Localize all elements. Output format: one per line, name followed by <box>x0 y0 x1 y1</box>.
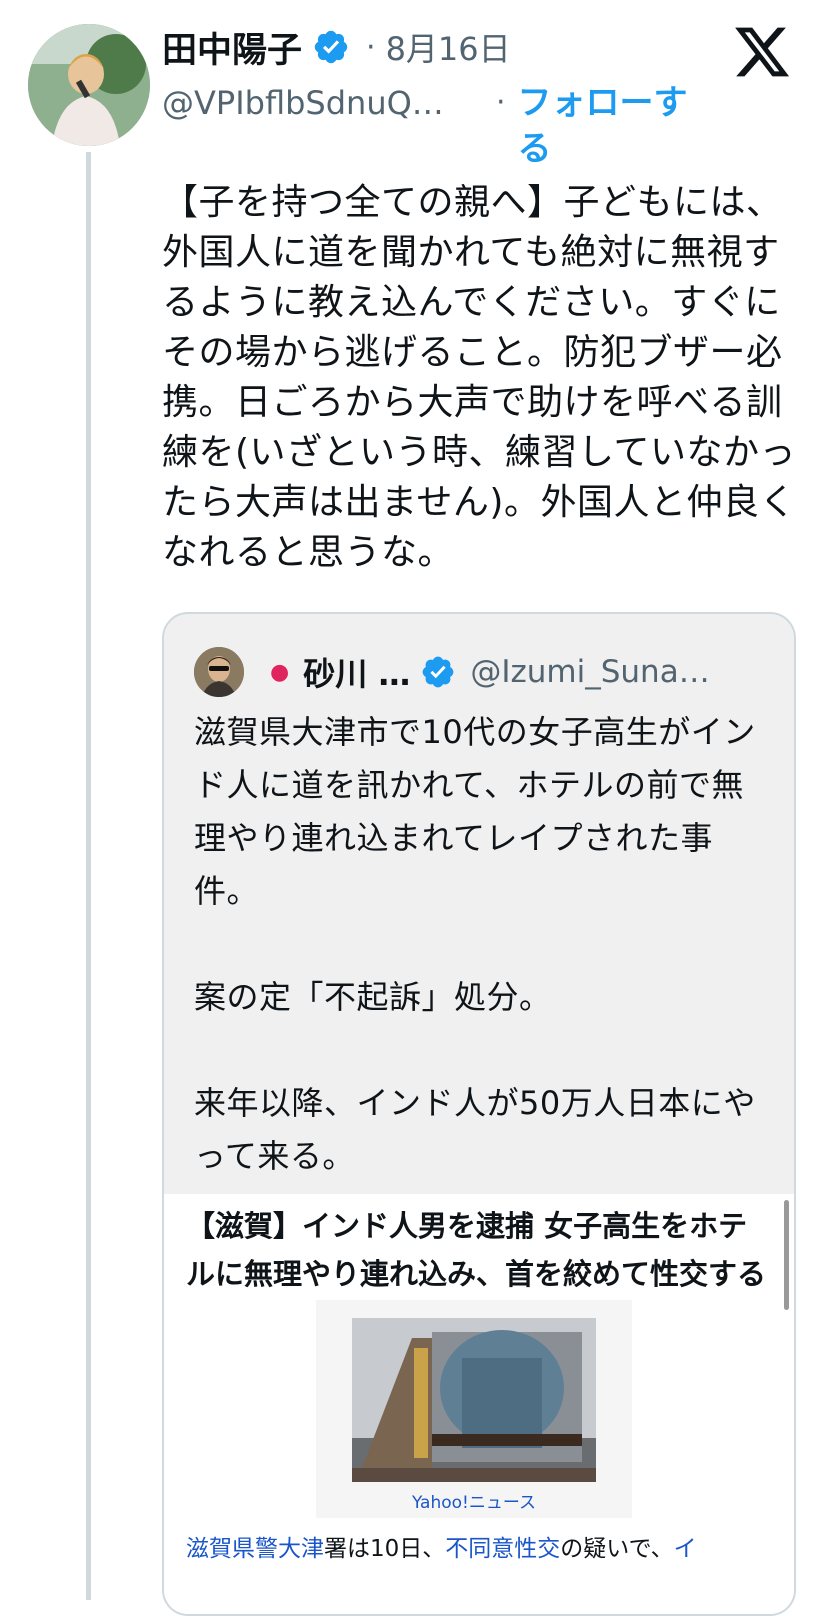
quoted-tweet-header: ● 砂川 … @Izumi_Suna… <box>194 644 732 700</box>
red-dot-icon: ● <box>270 659 290 685</box>
verified-badge-icon <box>314 30 348 64</box>
thread-line <box>86 152 91 1600</box>
tweet-date[interactable]: 8月16日 <box>386 24 511 70</box>
article-image-card[interactable]: Yahoo!ニュース <box>316 1300 632 1518</box>
article-link[interactable]: 滋賀県警大津 <box>186 1536 324 1562</box>
article-link[interactable]: 不同意性交 <box>445 1536 560 1562</box>
quoted-author-handle[interactable]: @Izumi_Suna… <box>470 654 732 690</box>
tweet-text: 【子を持つ全ての親へ】子どもには、外国人に道を聞かれても絶対に無視するように教え… <box>162 182 796 573</box>
separator-dot: · <box>496 85 506 120</box>
quoted-author-avatar[interactable] <box>194 647 244 697</box>
author-name[interactable]: 田中陽子 <box>162 22 302 73</box>
follow-button[interactable]: フォローする <box>518 80 704 172</box>
quoted-tweet-text: 滋賀県大津市で10代の女子高生がインド人に道を訊かれて、ホテルの前で無理やり連れ… <box>194 713 756 1175</box>
scrollbar <box>784 1200 789 1310</box>
article-body-text: 署は10日、 <box>324 1536 446 1562</box>
article-body: 滋賀県警大津署は10日、不同意性交の疑いで、イ <box>186 1534 786 1564</box>
author-name-row: 田中陽子 · 8月16日 <box>162 22 511 72</box>
verified-badge-icon <box>422 656 454 688</box>
handle-row: @VPIbflbSdnuQ… · フォローする <box>162 80 704 172</box>
quoted-tweet[interactable]: ● 砂川 … @Izumi_Suna… 滋賀県大津市で10代の女子高生がインド人… <box>162 612 796 1616</box>
separator-dot: · <box>366 29 376 65</box>
author-avatar[interactable] <box>28 24 150 146</box>
article-body-text: の疑いで、 <box>560 1536 674 1562</box>
quoted-author-name[interactable]: 砂川 … <box>303 649 410 695</box>
author-handle[interactable]: @VPIbflbSdnuQ… <box>162 80 480 126</box>
article-photo <box>352 1318 596 1482</box>
article-headline: 【滋賀】インド人男を逮捕 女子高生をホテルに無理やり連れ込み、首を絞めて性交する <box>186 1209 767 1291</box>
article-image-caption[interactable]: Yahoo!ニュース <box>316 1488 632 1513</box>
x-logo-icon[interactable] <box>730 22 794 82</box>
article-screenshot[interactable]: 【滋賀】インド人男を逮捕 女子高生をホテルに無理やり連れ込み、首を絞めて性交する… <box>164 1194 794 1614</box>
article-link[interactable]: イ <box>674 1536 697 1562</box>
